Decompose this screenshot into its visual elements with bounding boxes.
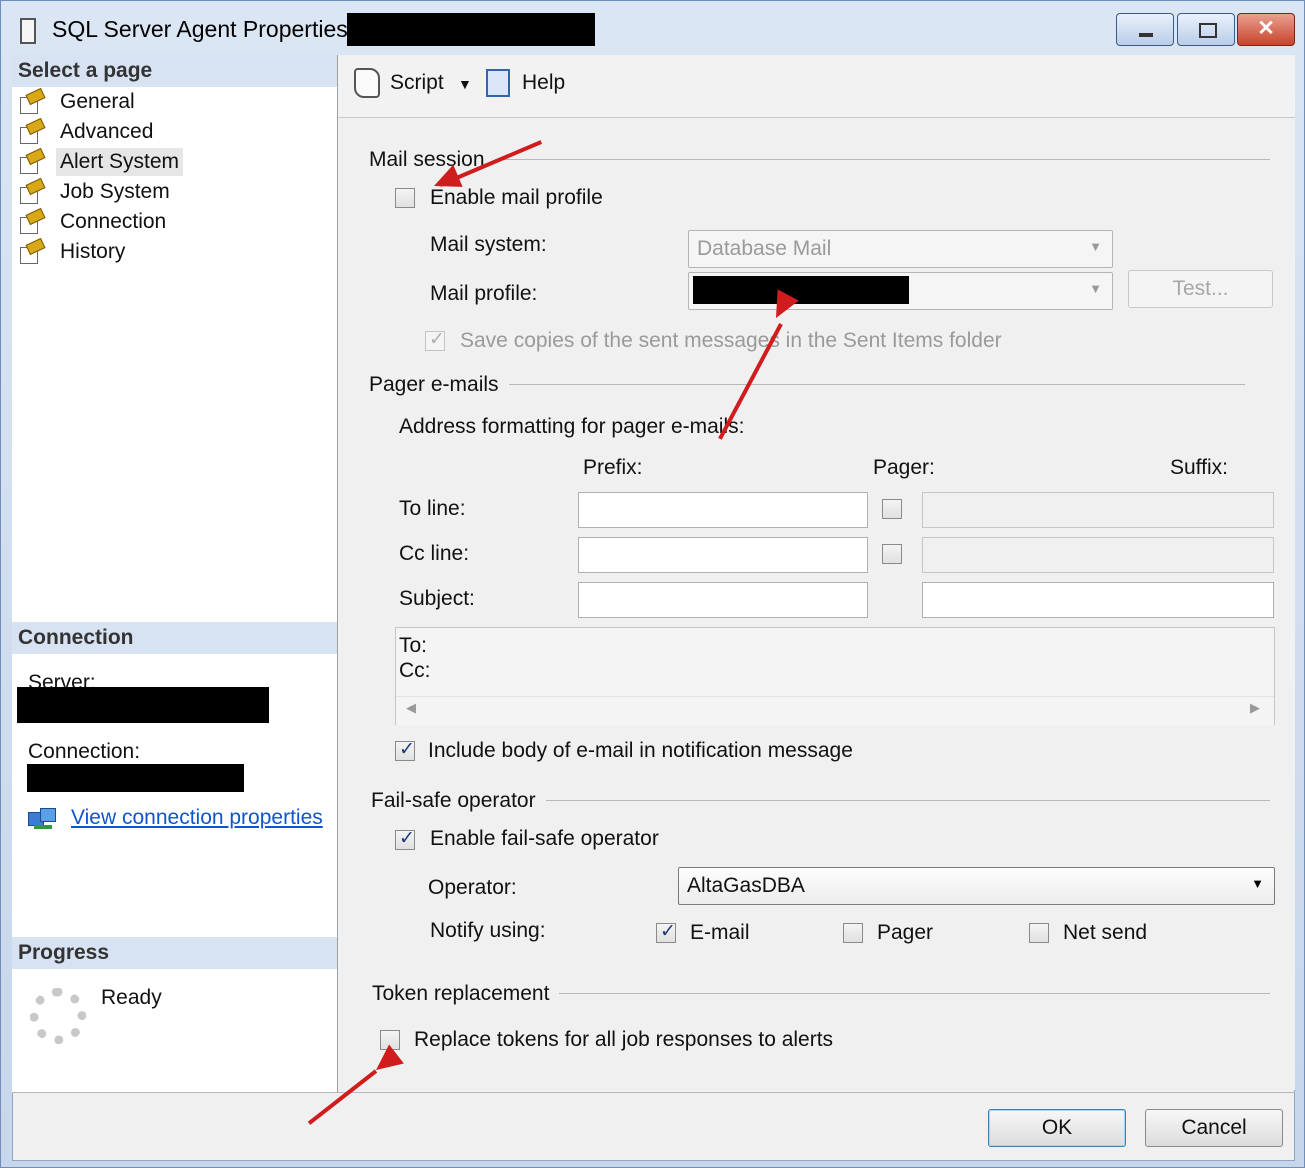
subject-label: Subject: [399, 587, 475, 610]
help-button[interactable]: Help [484, 66, 574, 102]
help-icon [486, 69, 510, 97]
operator-label: Operator: [428, 876, 517, 899]
chevron-down-icon: ▼ [1251, 876, 1264, 891]
save-copies-checkbox[interactable]: ✓ [425, 329, 445, 351]
subject-suffix-input[interactable] [922, 582, 1274, 618]
connection-label: Connection: [28, 740, 141, 763]
replace-tokens-label: Replace tokens for all job responses to … [414, 1028, 834, 1051]
minimize-button[interactable] [1116, 13, 1174, 46]
notify-email-label: E-mail [690, 921, 750, 944]
mail-system-label: Mail system: [430, 233, 547, 256]
redacted-server [17, 687, 269, 723]
title-bar[interactable]: SQL Server Agent Properties - ✕ [0, 0, 1305, 60]
app-icon [20, 18, 36, 44]
ok-button[interactable]: OK [988, 1109, 1126, 1147]
redacted-server-name [347, 13, 595, 46]
notify-email-checkbox[interactable]: ✓ [656, 921, 676, 943]
redacted-connection [27, 764, 244, 792]
cc-line-pager-checkbox[interactable] [882, 544, 902, 564]
view-connection-properties-link[interactable]: View connection properties [71, 806, 323, 830]
notify-using-label: Notify using: [430, 919, 546, 942]
preview-scrollbar[interactable]: ◀ ▶ [396, 696, 1274, 725]
progress-status: Ready [101, 986, 162, 1009]
pager-divider [500, 384, 1245, 385]
maximize-button[interactable] [1177, 13, 1235, 46]
scroll-right-icon[interactable]: ▶ [1250, 700, 1260, 716]
token-group-label: Token replacement [372, 982, 560, 1006]
page-icon [18, 117, 46, 144]
operator-select[interactable]: AltaGasDBA ▼ [678, 867, 1275, 905]
suffix-header: Suffix: [1170, 456, 1228, 479]
to-line-suffix-input[interactable] [922, 492, 1274, 528]
failsafe-divider [535, 800, 1270, 801]
enable-failsafe-label: Enable fail-safe operator [430, 827, 659, 850]
notify-pager-label: Pager [877, 921, 934, 944]
chevron-down-icon: ▼ [1089, 239, 1102, 254]
address-formatting-label: Address formatting for pager e-mails: [399, 415, 745, 438]
cc-line-suffix-input[interactable] [922, 537, 1274, 573]
page-icon [18, 177, 46, 204]
close-icon: ✕ [1257, 17, 1275, 40]
address-preview-box: To: Cc: ◀ ▶ [395, 627, 1275, 725]
maximize-icon [1199, 23, 1217, 38]
include-body-checkbox[interactable]: ✓ [395, 739, 415, 761]
notify-pager-checkbox[interactable] [843, 923, 863, 943]
pager-header: Pager: [873, 456, 935, 479]
token-divider [557, 993, 1270, 994]
failsafe-group-label: Fail-safe operator [371, 789, 546, 813]
cc-line-prefix-input[interactable] [578, 537, 868, 573]
progress-header: Progress [12, 937, 337, 969]
notify-netsend-checkbox[interactable] [1029, 923, 1049, 943]
mail-profile-select[interactable]: ▼ [688, 272, 1113, 310]
footer-bar [12, 1092, 1295, 1093]
mail-system-select[interactable]: Database Mail ▼ [688, 230, 1113, 268]
notify-netsend-label: Net send [1063, 921, 1148, 944]
prefix-header: Prefix: [583, 456, 643, 479]
connection-header: Connection [12, 622, 337, 654]
redacted-mail-profile [693, 276, 909, 304]
pager-group-label: Pager e-mails [369, 373, 509, 397]
page-icon [18, 207, 46, 234]
cancel-button[interactable]: Cancel [1145, 1109, 1283, 1147]
save-copies-label: Save copies of the sent messages in the … [460, 329, 1002, 352]
chevron-down-icon: ▼ [1089, 281, 1102, 296]
select-page-header: Select a page [12, 55, 337, 87]
mail-profile-label: Mail profile: [430, 282, 538, 305]
close-button[interactable]: ✕ [1237, 13, 1295, 46]
minimize-icon [1139, 33, 1153, 37]
mail-session-divider [480, 159, 1270, 160]
enable-mail-profile-checkbox[interactable] [395, 188, 415, 208]
page-icon [18, 237, 46, 264]
window-title: SQL Server Agent Properties - [52, 16, 362, 42]
to-line-prefix-input[interactable] [578, 492, 868, 528]
page-icon [18, 87, 46, 114]
toolbar [338, 55, 1295, 118]
page-icon [18, 147, 46, 174]
to-line-label: To line: [399, 497, 466, 520]
script-dropdown-arrow[interactable]: ▼ [458, 72, 474, 96]
scroll-left-icon[interactable]: ◀ [406, 700, 416, 716]
include-body-label: Include body of e-mail in notification m… [428, 739, 853, 762]
progress-spinner-icon [30, 988, 86, 1044]
cc-line-label: Cc line: [399, 542, 470, 565]
test-button[interactable]: Test... [1128, 270, 1273, 308]
preview-to: To: [399, 634, 428, 657]
connection-properties-icon [28, 808, 58, 832]
script-icon [354, 68, 380, 98]
to-line-pager-checkbox[interactable] [882, 499, 902, 519]
script-button[interactable]: Script [352, 66, 444, 102]
enable-failsafe-checkbox[interactable]: ✓ [395, 828, 415, 850]
preview-cc: Cc: [399, 659, 431, 682]
subject-prefix-input[interactable] [578, 582, 868, 618]
